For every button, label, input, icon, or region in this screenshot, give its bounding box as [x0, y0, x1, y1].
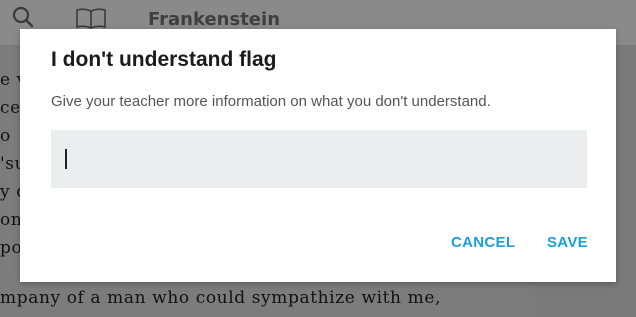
book-title: Frankenstein — [148, 9, 281, 30]
page-text-line: mpany of a man who could sympathize with… — [0, 288, 441, 308]
page-text-line: o — [0, 126, 11, 146]
flag-comment-input[interactable] — [51, 130, 587, 188]
save-button[interactable]: SAVE — [547, 234, 588, 251]
page-text-line: po — [0, 238, 23, 258]
flag-dialog: I don't understand flag Give your teache… — [20, 29, 616, 282]
dialog-description: Give your teacher more information on wh… — [51, 93, 491, 110]
book-icon[interactable] — [74, 7, 108, 29]
search-icon[interactable] — [12, 6, 34, 28]
page-text-line: ce — [0, 98, 21, 118]
dialog-title: I don't understand flag — [51, 48, 277, 71]
text-caret — [65, 149, 67, 169]
cancel-button[interactable]: CANCEL — [451, 234, 515, 251]
